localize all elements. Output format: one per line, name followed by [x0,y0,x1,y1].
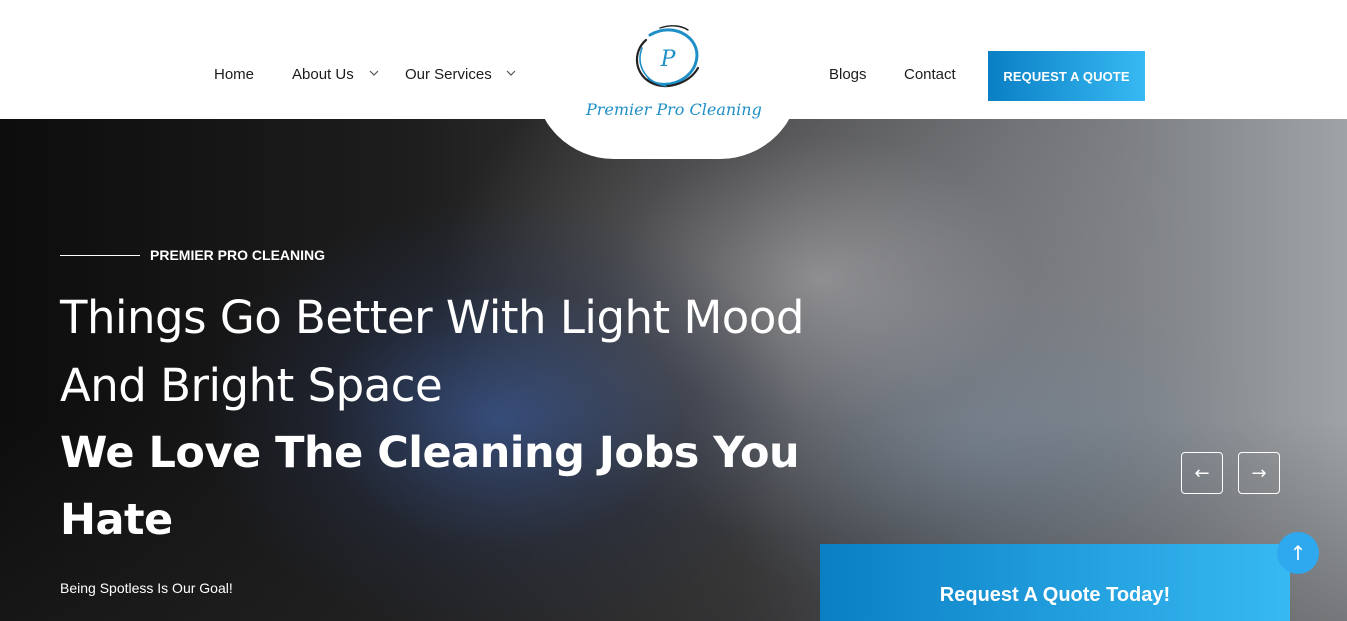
slider-next-button[interactable]: → [1238,452,1280,494]
eyebrow-divider [60,255,140,256]
quote-form-panel: Request A Quote Today! [820,544,1290,621]
request-quote-button[interactable]: REQUEST A QUOTE [988,51,1145,101]
hero-headline-line-2: And Bright Space [60,359,443,412]
arrow-right-icon: → [1251,462,1267,484]
chevron-down-icon[interactable] [504,66,518,80]
arrow-up-icon: ↑ [1289,541,1307,565]
arrow-left-icon: ← [1194,462,1210,484]
nav-about-us[interactable]: About Us [292,66,354,83]
hero-headline-line-1: Things Go Better With Light Mood [60,291,804,344]
quote-panel-title: Request A Quote Today! [939,584,1171,606]
logo-letter: P [660,47,677,72]
nav-blogs[interactable]: Blogs [829,66,867,83]
nav-home[interactable]: Home [214,66,254,83]
nav-contact[interactable]: Contact [904,66,956,83]
hero-eyebrow: PREMIER PRO CLEANING [150,247,326,263]
hero-headline-bold-line-1: We Love The Cleaning Jobs You [60,428,800,478]
scroll-to-top-button[interactable]: ↑ [1277,532,1319,574]
logo-text[interactable]: Premier Pro Cleaning [586,100,762,119]
hero-headline-bold-line-2: Hate [60,495,173,545]
nav-our-services[interactable]: Our Services [405,66,492,83]
chevron-down-icon[interactable] [367,66,381,80]
slider-prev-button[interactable]: ← [1181,452,1223,494]
hero-tagline: Being Spotless Is Our Goal! [60,580,233,596]
logo-swirl-icon[interactable]: P [620,20,710,100]
